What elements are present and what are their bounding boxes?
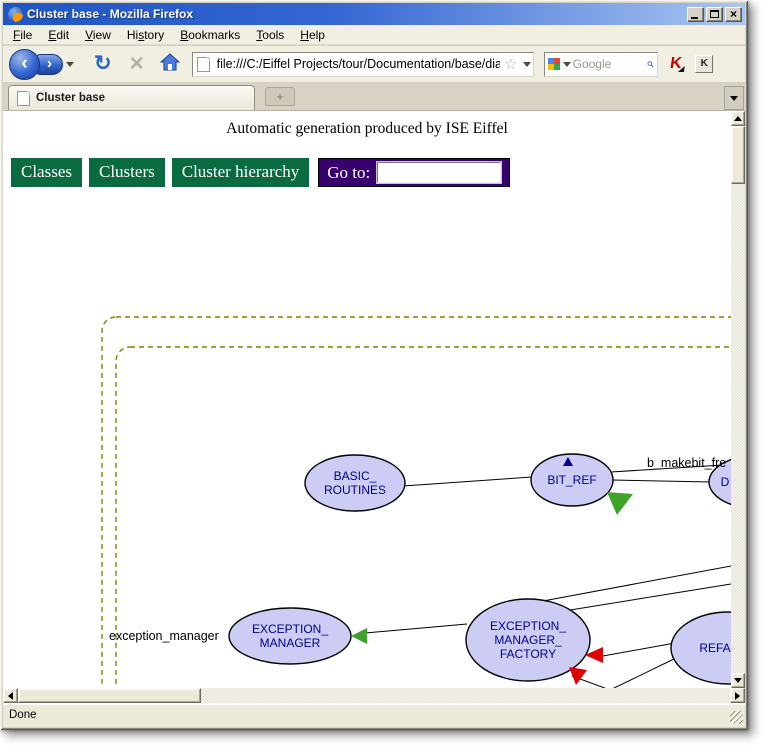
tab-label: Cluster base [36,92,105,104]
edge-4 [543,566,731,601]
page-content: BASIC_ROUTINESBIT_REFDEXCEPTION_MANAGERE… [3,111,731,688]
diagram-label-0: b_makebit_fre [647,456,726,470]
tab-bar: Cluster base + [3,83,745,111]
menu-help[interactable]: Help [292,26,333,44]
node-label-refactoring-partial: REFA [699,641,730,655]
edge-5 [564,584,731,611]
vertical-scrollbar[interactable] [731,111,745,688]
scroll-down-button[interactable] [731,673,745,688]
edge-0 [403,477,532,486]
arrowhead-red-3 [569,667,587,685]
scroll-up-button[interactable] [731,111,745,126]
url-dropdown-icon[interactable] [523,62,531,67]
vertical-scroll-thumb[interactable] [731,126,745,184]
firefox-icon [8,7,23,22]
node-label-exception-manager: EXCEPTION_MANAGER [252,622,328,650]
edge-2 [612,480,711,482]
menu-bar: FileEditViewHistoryBookmarksToolsHelp [3,25,745,45]
kaspersky-icon[interactable]: K [668,55,682,73]
browser-window: Cluster base - Mozilla Firefox × FileEdi… [0,0,748,730]
engine-dropdown-icon[interactable] [563,62,571,67]
edge-8 [610,658,676,688]
minimize-button[interactable] [687,7,704,22]
menu-edit[interactable]: Edit [40,26,77,44]
node-label-exception-manager-factory: EXCEPTION_MANAGER_FACTORY [490,619,566,661]
reload-button[interactable]: ↻ [94,54,112,74]
menu-tools[interactable]: Tools [248,26,292,44]
page-icon [197,57,210,72]
status-bar: Done [3,703,745,727]
goto-label: Go to: [327,163,370,183]
horizontal-scroll-thumb[interactable] [18,688,201,703]
goto-box: Go to: [318,158,510,187]
bookmark-star-icon[interactable]: ☆ [504,55,517,73]
arrow-down-icon [734,678,742,683]
window-title: Cluster base - Mozilla Firefox [27,7,687,21]
scroll-left-button[interactable] [3,688,18,703]
search-input[interactable] [571,56,647,72]
diagram-svg: BASIC_ROUTINESBIT_REFDEXCEPTION_MANAGERE… [3,111,731,688]
close-button[interactable]: × [725,7,742,22]
maximize-icon [710,10,719,18]
btn-classes[interactable]: Classes [11,158,82,187]
chevron-down-icon [730,96,738,101]
node-label-d-partial: D [721,475,730,489]
page-buttons: ClassesClustersCluster hierarchy Go to: [11,158,510,187]
stop-button[interactable]: × [130,54,144,74]
menu-history[interactable]: History [119,26,172,44]
search-bar [544,52,658,77]
btn-clusters[interactable]: Clusters [89,158,165,187]
search-icon[interactable] [647,57,654,71]
address-bar: ☆ [192,52,534,77]
edge-3 [365,624,467,633]
menu-file[interactable]: File [5,26,40,44]
new-tab-button[interactable]: + [265,87,295,106]
url-input[interactable] [215,56,503,72]
home-button[interactable] [160,53,180,76]
history-dropdown-icon[interactable] [66,62,74,67]
keyboard-k-button[interactable]: K [695,55,713,73]
page-title: Automatic generation produced by ISE Eif… [3,120,731,138]
menu-bookmarks[interactable]: Bookmarks [172,26,248,44]
status-text: Done [9,709,37,721]
arrowhead-green-1 [351,628,367,644]
back-button[interactable]: ‹ [9,49,40,80]
goto-input[interactable] [377,162,501,183]
title-bar: Cluster base - Mozilla Firefox × [3,3,745,25]
diagram-label-1: exception_manager [109,629,219,643]
tab-cluster-base[interactable]: Cluster base [8,85,255,110]
home-icon [160,53,180,71]
menu-view[interactable]: View [77,26,119,44]
arrowhead-green-0 [607,492,633,515]
arrow-up-icon [734,116,742,121]
google-engine-icon[interactable] [548,58,560,70]
minimize-icon [691,17,698,19]
horizontal-scrollbar[interactable] [3,688,745,703]
navigation-toolbar: ‹ › ↻ × ☆ K K [3,46,745,83]
tab-page-icon [17,91,30,106]
arrow-right-icon [735,692,740,700]
maximize-button[interactable] [706,7,723,22]
list-tabs-button[interactable] [724,86,744,110]
forward-button[interactable]: › [36,54,63,75]
scroll-right-button[interactable] [730,688,745,703]
resize-grip[interactable] [730,711,743,724]
btn-cluster-hierarchy[interactable]: Cluster hierarchy [172,158,310,187]
arrow-left-icon [8,692,13,700]
node-label-bit-ref: BIT_REF [547,473,596,487]
